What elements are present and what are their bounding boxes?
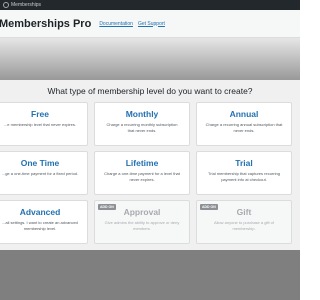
documentation-link[interactable]: Documentation <box>99 21 133 27</box>
card-title: Annual <box>229 109 259 119</box>
card-title: Advanced <box>19 207 61 217</box>
page-title: Memberships Pro <box>0 17 92 30</box>
level-card-advanced[interactable]: Advanced ...all settings. I want to crea… <box>0 200 88 244</box>
card-description: Charge a one-time payment for a level th… <box>104 171 180 182</box>
card-title: Trial <box>235 158 253 168</box>
add-on-badge: ADD ON <box>200 204 218 210</box>
card-description: Give admins the ability to approve or de… <box>104 220 180 231</box>
wordpress-icon[interactable] <box>3 2 9 8</box>
card-title: Lifetime <box>125 158 159 168</box>
level-card-trial[interactable]: Trial Trial membership that captures rec… <box>196 151 292 195</box>
card-description: Charge a recurring monthly subscription … <box>106 122 178 133</box>
level-card-free[interactable]: Free ...e membership level that never ex… <box>0 102 88 146</box>
card-description: Trial membership that captures recurring… <box>208 171 280 182</box>
add-on-badge: ADD ON <box>98 204 116 210</box>
level-card-approval[interactable]: ADD ON Approval Give admins the ability … <box>94 200 190 244</box>
admin-bar: Memberships <box>0 0 300 10</box>
card-description: Allow anyone to purchase a gift of membe… <box>213 220 275 231</box>
level-type-grid: Free ...e membership level that never ex… <box>0 102 308 244</box>
level-card-gift[interactable]: ADD ON Gift Allow anyone to purchase a g… <box>196 200 292 244</box>
card-title: Monthly <box>125 109 159 119</box>
level-card-lifetime[interactable]: Lifetime Charge a one-time payment for a… <box>94 151 190 195</box>
card-description: ...e membership level that never expires… <box>3 122 77 127</box>
card-description: ...ge a one-time payment for a fixed per… <box>1 171 79 176</box>
card-description: Charge a recurring annual subscription t… <box>205 122 283 133</box>
page-header: Memberships Pro Documentation Get Suppor… <box>0 10 300 38</box>
level-card-one-time[interactable]: One Time ...ge a one-time payment for a … <box>0 151 88 195</box>
site-name[interactable]: Memberships <box>11 2 41 8</box>
level-card-monthly[interactable]: Monthly Charge a recurring monthly subsc… <box>94 102 190 146</box>
card-description: ...all settings. I want to create an adv… <box>2 220 78 231</box>
card-title: One Time <box>20 158 60 168</box>
level-type-modal: What type of membership level do you wan… <box>0 80 300 250</box>
level-card-annual[interactable]: Annual Charge a recurring annual subscri… <box>196 102 292 146</box>
modal-title: What type of membership level do you wan… <box>47 86 253 96</box>
get-support-link[interactable]: Get Support <box>138 21 165 27</box>
card-title: Free <box>31 109 49 119</box>
